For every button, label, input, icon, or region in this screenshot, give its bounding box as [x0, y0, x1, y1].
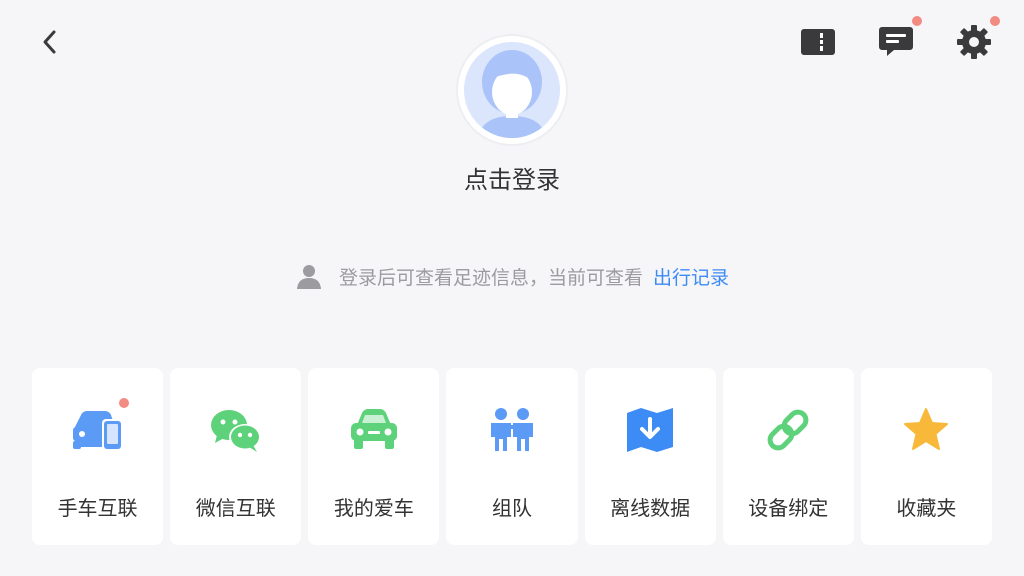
- card-favorites[interactable]: 收藏夹: [860, 368, 992, 545]
- chevron-left-icon: [43, 30, 56, 54]
- card-device-binding[interactable]: 设备绑定: [722, 368, 854, 545]
- default-avatar-icon: [464, 42, 560, 138]
- card-offline-data[interactable]: 离线数据: [584, 368, 716, 545]
- gear-icon: [957, 25, 991, 59]
- message-icon: [879, 27, 913, 56]
- card-wechat-link[interactable]: 微信互联: [170, 368, 302, 545]
- card-label: 离线数据: [610, 496, 691, 520]
- book-button[interactable]: [798, 22, 838, 62]
- car-phone-icon: [71, 406, 125, 454]
- card-label: 组队: [491, 496, 532, 520]
- link-icon: [761, 406, 815, 454]
- login-prompt[interactable]: 点击登录: [0, 160, 1024, 195]
- user-icon: [295, 262, 323, 290]
- card-label: 微信互联: [195, 496, 276, 520]
- team-icon: [485, 406, 539, 454]
- card-my-car[interactable]: 我的爱车: [308, 368, 440, 545]
- avatar[interactable]: [456, 34, 568, 146]
- car-icon: [347, 406, 401, 454]
- hint-text: 登录后可查看足迹信息，当前可查看: [338, 266, 643, 289]
- message-badge: [912, 16, 922, 26]
- settings-badge: [990, 16, 1000, 26]
- card-team[interactable]: 组队: [446, 368, 578, 545]
- wechat-icon: [209, 406, 263, 454]
- feature-grid: 手车互联 微信互联 我的爱车 组队 离线数据 设备绑定 收藏夹: [32, 368, 992, 545]
- offline-map-icon: [623, 406, 677, 454]
- back-button[interactable]: [30, 22, 70, 62]
- card-label: 我的爱车: [333, 496, 414, 520]
- star-icon: [899, 406, 953, 454]
- card-badge: [119, 398, 130, 408]
- card-label: 设备绑定: [748, 496, 829, 520]
- book-icon: [801, 29, 835, 55]
- card-label: 收藏夹: [896, 496, 957, 520]
- message-button[interactable]: [876, 16, 922, 62]
- header-actions: [798, 16, 1000, 62]
- card-label: 手车互联: [57, 496, 138, 520]
- card-phone-car-link[interactable]: 手车互联: [32, 368, 164, 545]
- settings-button[interactable]: [954, 16, 1000, 62]
- profile-page: 点击登录 登录后可查看足迹信息，当前可查看 出行记录 手车互联 微信互联 我的爱…: [0, 0, 1024, 576]
- footprint-hint: 登录后可查看足迹信息，当前可查看 出行记录: [0, 262, 1024, 290]
- trip-records-link[interactable]: 出行记录: [653, 263, 729, 290]
